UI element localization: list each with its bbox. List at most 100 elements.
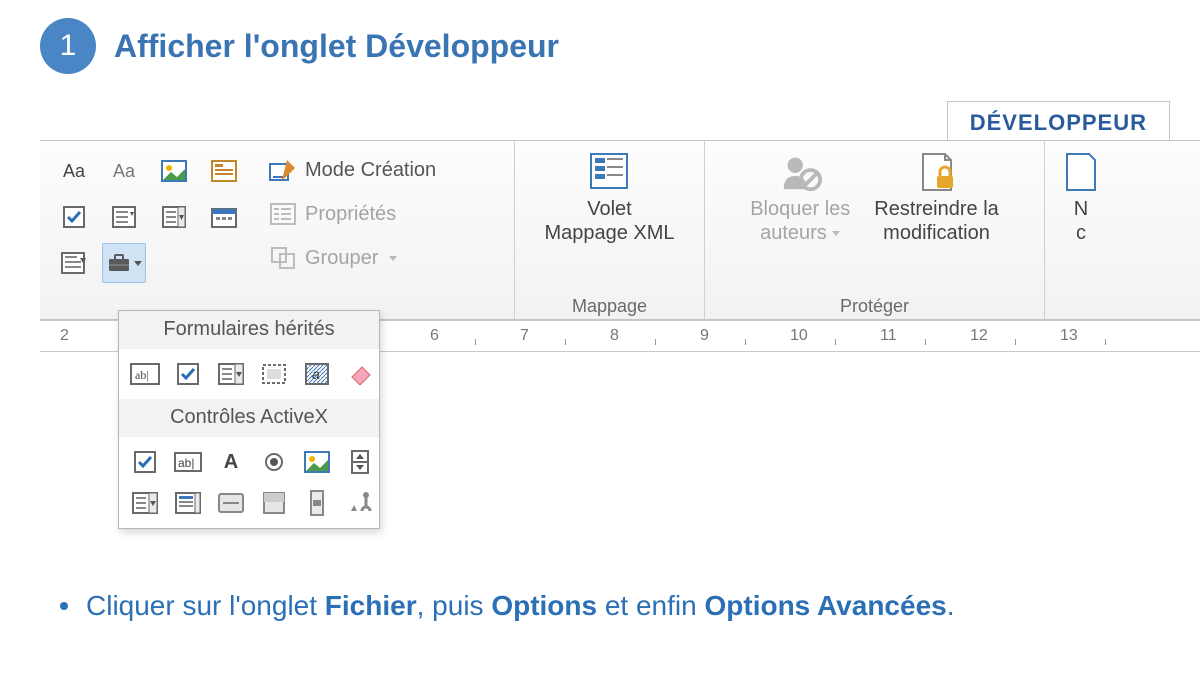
chevron-down-icon <box>389 256 397 261</box>
clipped-label-1: N <box>1074 198 1088 220</box>
activex-image-button[interactable] <box>297 443 337 481</box>
block-authors-label-2: auteurs <box>760 222 827 244</box>
group-mapping-label: Mappage <box>525 292 694 319</box>
ruler-tick <box>835 339 836 345</box>
building-block-icon <box>210 158 238 184</box>
activex-textbox-button[interactable]: ab| <box>168 443 208 481</box>
activex-scrollbar-button[interactable] <box>297 484 337 522</box>
step-number-badge: 1 <box>40 18 96 74</box>
legacy-reset-button[interactable] <box>340 355 380 393</box>
xml-mapping-pane-button[interactable]: VoletMappage XML <box>532 147 686 245</box>
scrollbar-icon <box>310 490 324 516</box>
ruler-tick <box>745 339 746 345</box>
step-title: Afficher l'onglet Développeur <box>114 28 559 65</box>
group-icon <box>269 245 297 271</box>
ruler-number: 10 <box>790 327 808 345</box>
content-controls-grid: Aa Aa <box>50 147 248 287</box>
plain-text-control-button[interactable]: Aa <box>102 151 146 191</box>
ruler-number: 6 <box>430 327 439 345</box>
legacy-frame-button[interactable] <box>254 355 294 393</box>
date-picker-control-button[interactable] <box>202 197 246 237</box>
shading-icon: a <box>305 363 329 385</box>
design-mode-button[interactable]: Mode Création <box>263 151 442 189</box>
dropdown-list-control-button[interactable] <box>152 197 196 237</box>
checkbox-icon <box>177 363 199 385</box>
legacy-dropdown-button[interactable] <box>211 355 251 393</box>
text-field-icon: ab| <box>130 363 160 385</box>
svg-text:a: a <box>312 366 320 382</box>
chevron-down-icon <box>134 261 142 266</box>
activex-controls-header: Contrôles ActiveX <box>119 399 379 437</box>
spin-icon <box>351 450 369 474</box>
block-authors-label-1: Bloquer les <box>750 198 850 220</box>
activex-more-controls-button[interactable] <box>340 484 380 522</box>
calendar-icon <box>211 206 237 228</box>
group-button[interactable]: Grouper <box>263 239 442 277</box>
activex-option-button[interactable] <box>254 443 294 481</box>
instruction-text: Cliquer sur l'onglet Fichier, puis Optio… <box>86 590 955 622</box>
group-clipped: Nc <box>1045 141 1105 319</box>
ruler-tick <box>565 339 566 345</box>
properties-label: Propriétés <box>305 203 396 226</box>
ruler-number: 9 <box>700 327 709 345</box>
ruler-tick <box>925 339 926 345</box>
image-icon <box>304 451 330 473</box>
properties-icon <box>269 201 297 227</box>
block-authors-icon <box>778 151 822 193</box>
button-icon <box>218 493 244 513</box>
restrict-editing-label-1: Restreindre la <box>874 198 999 220</box>
restrict-editing-icon <box>915 151 959 193</box>
frame-icon <box>261 363 287 385</box>
xml-mapping-label-1: Volet <box>587 198 631 220</box>
activex-label-button[interactable]: A <box>211 443 251 481</box>
ruler-number: 7 <box>520 327 529 345</box>
group-label: Grouper <box>305 247 378 270</box>
activex-command-button[interactable] <box>211 484 251 522</box>
template-icon <box>1059 151 1103 193</box>
bullet-dot-icon <box>60 602 68 610</box>
activex-listbox-button[interactable] <box>168 484 208 522</box>
ruler-number: 13 <box>1060 327 1078 345</box>
rich-text-control-button[interactable]: Aa <box>52 151 96 191</box>
restrict-editing-button[interactable]: Restreindre lamodification <box>862 147 1011 245</box>
group-controls: Aa Aa <box>40 141 515 319</box>
combo-box-icon <box>132 492 158 514</box>
legacy-checkbox-button[interactable] <box>168 355 208 393</box>
eraser-icon <box>348 363 372 385</box>
radio-icon <box>264 452 284 472</box>
activex-spin-button[interactable] <box>340 443 380 481</box>
tab-developpeur[interactable]: DÉVELOPPEUR <box>947 101 1170 140</box>
legacy-tools-button[interactable] <box>102 243 146 283</box>
properties-button[interactable]: Propriétés <box>263 195 442 233</box>
clipped-button[interactable]: Nc <box>1055 147 1115 245</box>
design-mode-label: Mode Création <box>305 159 436 182</box>
dropdown-icon <box>218 363 244 385</box>
restrict-editing-label-2: modification <box>883 222 990 244</box>
activex-toggle-button[interactable] <box>254 484 294 522</box>
block-authors-button[interactable]: Bloquer lesauteurs <box>738 147 862 245</box>
tools-icon <box>348 491 372 515</box>
checkbox-icon <box>60 204 88 230</box>
ruler-tick <box>1015 339 1016 345</box>
group-protect: Bloquer lesauteurs Restreindre lamodific… <box>705 141 1045 319</box>
ruler-tick <box>475 339 476 345</box>
dropdown-list-icon <box>162 206 186 228</box>
checkbox-control-button[interactable] <box>52 197 96 237</box>
ribbon: Aa Aa <box>40 140 1200 320</box>
combo-box-control-button[interactable] <box>102 197 146 237</box>
building-block-control-button[interactable] <box>202 151 246 191</box>
ruler-number: 12 <box>970 327 988 345</box>
activex-combobox-button[interactable] <box>125 484 165 522</box>
legacy-forms-header: Formulaires hérités <box>119 311 379 349</box>
repeating-section-control-button[interactable] <box>52 243 96 283</box>
activex-checkbox-button[interactable] <box>125 443 165 481</box>
ruler-tick <box>1105 339 1106 345</box>
clipped-label-2: c <box>1076 222 1086 244</box>
xml-mapping-icon <box>587 151 631 193</box>
legacy-shading-button[interactable]: a <box>297 355 337 393</box>
chevron-down-icon <box>832 231 840 236</box>
label-A-icon: A <box>224 451 238 474</box>
ruler-tick <box>655 339 656 345</box>
legacy-text-field-button[interactable]: ab| <box>125 355 165 393</box>
picture-control-button[interactable] <box>152 151 196 191</box>
